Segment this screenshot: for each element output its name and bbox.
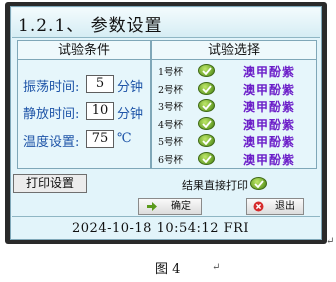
test-selection-heading: 试验选择: [152, 41, 316, 60]
cup-select-toggle[interactable]: [198, 151, 215, 165]
checkmark-icon: [202, 154, 212, 163]
reagent-label: 澳甲酚紫: [243, 135, 296, 149]
exit-button[interactable]: 退出: [246, 198, 304, 215]
reagent-label: 澳甲酚紫: [243, 65, 296, 79]
cup-select-toggle[interactable]: [198, 116, 215, 130]
footer-divider: [12, 216, 320, 217]
exit-label: 退出: [275, 201, 295, 212]
checkmark-icon: [202, 102, 212, 110]
shake-time-label: 振荡时间:: [23, 80, 80, 95]
cup-label: 3号杯: [158, 102, 184, 113]
temperature-label: 温度设置:: [23, 135, 80, 150]
temperature-input[interactable]: 75: [86, 130, 114, 148]
cup-select-toggle[interactable]: [198, 64, 215, 77]
close-icon: [253, 201, 264, 212]
checkmark-icon: [254, 180, 264, 188]
print-settings-button[interactable]: 打印设置: [13, 174, 87, 193]
paragraph-mark-icon: ↵: [212, 262, 221, 273]
checkmark-icon: [202, 67, 212, 75]
confirm-button[interactable]: 确定: [138, 198, 202, 215]
cup-select-toggle[interactable]: [198, 99, 215, 112]
cup-label: 4号杯: [158, 119, 184, 131]
reagent-label: 澳甲酚紫: [243, 82, 296, 97]
cup-label: 2号杯: [158, 84, 184, 96]
page-title: 1.2.1、 参数设置: [18, 16, 163, 36]
reagent-label: 澳甲酚紫: [243, 152, 296, 167]
shake-time-input[interactable]: 5: [86, 75, 114, 93]
rest-time-unit: 分钟: [117, 107, 144, 122]
checkmark-icon: [202, 84, 212, 93]
temperature-unit: ℃: [117, 131, 132, 146]
cup-select-toggle[interactable]: [198, 81, 215, 95]
checkmark-icon: [202, 137, 212, 145]
confirm-label: 确定: [171, 201, 191, 212]
figure-caption: 图 4: [155, 262, 181, 277]
cup-select-toggle[interactable]: [198, 134, 215, 147]
reagent-label: 澳甲酚紫: [243, 117, 296, 132]
paragraph-mark-icon: ↵: [326, 236, 335, 247]
direct-print-toggle[interactable]: [250, 177, 267, 190]
rest-time-label: 静放时间:: [23, 107, 80, 122]
arrow-right-icon: [147, 202, 157, 211]
rest-time-input[interactable]: 10: [86, 102, 114, 120]
cup-label: 5号杯: [158, 137, 184, 148]
test-conditions-heading: 试验条件: [18, 41, 150, 60]
datetime-display: 2024-10-18 10:54:12 FRI: [72, 221, 250, 236]
checkmark-icon: [202, 119, 212, 128]
reagent-label: 澳甲酚紫: [243, 100, 296, 114]
cup-label: 1号杯: [158, 67, 184, 78]
shake-time-unit: 分钟: [117, 80, 144, 95]
cup-label: 6号杯: [158, 154, 184, 166]
direct-print-label: 结果直接打印: [182, 179, 248, 192]
